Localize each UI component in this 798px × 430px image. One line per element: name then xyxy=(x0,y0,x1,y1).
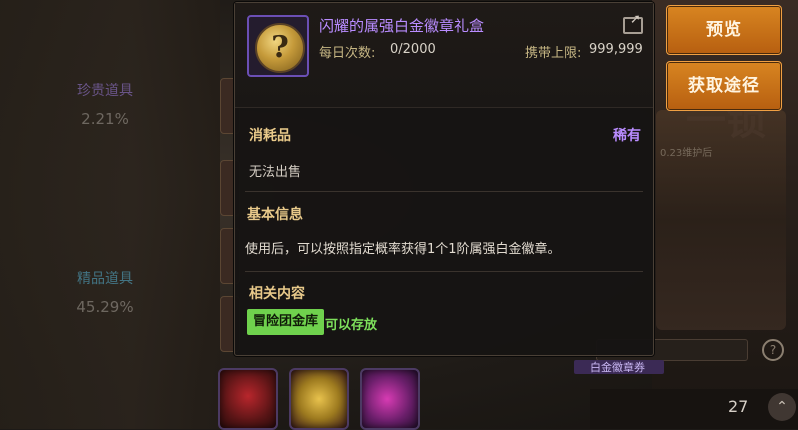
quality-item-rate: 45.29% xyxy=(76,298,134,316)
storage-status: 可以存放 xyxy=(325,318,378,333)
bottom-bar xyxy=(590,389,798,429)
tooltip-header: ? 闪耀的属强白金徽章礼盒 每日次数: 0/2000 携带上限: 999,999 xyxy=(235,3,653,108)
rare-item-stat: 珍贵道具 2.21% xyxy=(40,80,170,128)
sell-status: 无法出售 xyxy=(249,165,302,180)
help-icon[interactable]: ? xyxy=(762,339,784,361)
related-content-title: 相关内容 xyxy=(249,286,305,302)
question-glyph: ? xyxy=(271,30,289,65)
carry-limit-value: 999,999 xyxy=(589,42,643,57)
basic-info-title: 基本信息 xyxy=(247,207,303,223)
reward-item-slot[interactable] xyxy=(360,368,420,430)
left-backdrop xyxy=(0,0,220,429)
chevron-up-icon[interactable]: ⌃ xyxy=(768,393,796,421)
quality-item-stat: 精品道具 45.29% xyxy=(40,268,170,316)
preview-button[interactable]: 预览 xyxy=(666,5,782,55)
question-mark-coin-icon: ? xyxy=(255,23,305,73)
divider xyxy=(245,271,643,272)
item-tooltip: ? 闪耀的属强白金徽章礼盒 每日次数: 0/2000 携带上限: 999,999… xyxy=(234,2,654,356)
share-icon[interactable] xyxy=(623,12,643,34)
preview-small-text: 0.23维护后 xyxy=(660,148,713,159)
item-rarity: 稀有 xyxy=(613,128,641,144)
reward-item-slot[interactable] xyxy=(218,368,278,430)
item-type: 消耗品 xyxy=(249,128,291,144)
reward-item-slot[interactable] xyxy=(289,368,349,430)
quality-item-label: 精品道具 xyxy=(77,271,133,287)
rare-item-label: 珍贵道具 xyxy=(77,83,133,99)
divider xyxy=(245,191,643,192)
daily-count-label: 每日次数: xyxy=(319,46,376,61)
storage-badge: 冒险团金库 xyxy=(247,309,325,335)
item-count: 27 xyxy=(728,397,749,416)
item-title: 闪耀的属强白金徽章礼盒 xyxy=(319,17,485,35)
item-icon-frame: ? xyxy=(247,15,309,77)
rare-item-rate: 2.21% xyxy=(81,110,129,128)
item-description: 使用后，可以按照指定概率获得1个1阶属强白金徽章。 xyxy=(245,242,561,257)
acquire-source-button[interactable]: 获取途径 xyxy=(666,61,782,111)
daily-count-value: 0/2000 xyxy=(390,42,436,57)
voucher-label: 白金徽章券 xyxy=(590,361,645,374)
carry-limit-label: 携带上限: xyxy=(525,46,582,61)
